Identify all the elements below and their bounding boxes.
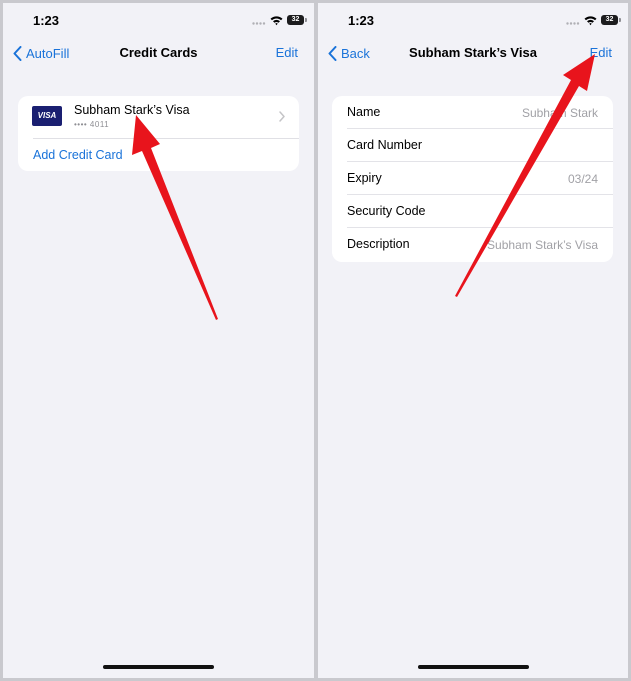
autofill-back-button[interactable]: AutoFill: [13, 43, 69, 63]
edit-button[interactable]: Edit: [276, 45, 298, 60]
chevron-right-icon: [279, 111, 285, 122]
card-number-row[interactable]: Card Number: [332, 129, 613, 162]
expiry-row[interactable]: Expiry 03/24: [332, 162, 613, 195]
page-title: Subham Stark’s Visa: [409, 45, 537, 60]
edit-button[interactable]: Edit: [590, 45, 612, 60]
add-credit-card-button[interactable]: Add Credit Card: [33, 148, 123, 162]
back-label: Back: [341, 45, 370, 61]
home-indicator: [418, 665, 529, 669]
card-details-list: Name Subham Stark Card Number Expiry 03/…: [332, 96, 613, 262]
status-icons: 32: [566, 13, 621, 27]
security-code-row[interactable]: Security Code: [332, 195, 613, 228]
back-button[interactable]: Back: [328, 43, 370, 63]
expiry-value: 03/24: [567, 172, 598, 186]
name-label: Name: [347, 105, 381, 119]
description-value: Subham Stark’s Visa: [487, 238, 598, 252]
status-time: 1:23: [348, 13, 375, 28]
battery-icon: 32: [287, 15, 307, 25]
visa-logo: VISA: [32, 106, 62, 126]
name-value: Subham Stark: [521, 106, 598, 120]
name-row[interactable]: Name Subham Stark: [332, 96, 613, 129]
divider: [33, 138, 299, 139]
chevron-left-icon: [328, 45, 337, 61]
back-label: AutoFill: [26, 45, 70, 61]
page-title: Credit Cards: [119, 45, 198, 60]
expiry-label: Expiry: [347, 171, 382, 185]
credit-card-list: VISA Subham Stark’s Visa •••• 4011 Add C…: [18, 96, 299, 171]
battery-icon: 32: [601, 15, 621, 25]
status-icons: 32: [252, 13, 307, 27]
credit-card-row[interactable]: VISA Subham Stark’s Visa •••• 4011: [18, 96, 299, 138]
home-indicator: [103, 665, 214, 669]
signal-icon: [252, 21, 266, 25]
card-number-label: Card Number: [347, 138, 423, 152]
card-name: Subham Stark’s Visa: [74, 103, 190, 117]
chevron-left-icon: [13, 45, 22, 61]
credit-cards-screen: 1:23 32 AutoFill Credit Cards Edit VISA …: [3, 3, 314, 678]
wifi-icon: [584, 15, 597, 25]
card-detail-screen: 1:23 32 Back Subham Stark’s Visa Edit Na…: [318, 3, 628, 678]
card-digits: •••• 4011: [74, 120, 110, 129]
signal-icon: [566, 21, 580, 25]
description-label: Description: [347, 237, 410, 251]
security-code-label: Security Code: [347, 204, 426, 218]
description-row[interactable]: Description Subham Stark’s Visa: [332, 228, 613, 261]
status-time: 1:23: [33, 13, 60, 28]
wifi-icon: [270, 15, 283, 25]
